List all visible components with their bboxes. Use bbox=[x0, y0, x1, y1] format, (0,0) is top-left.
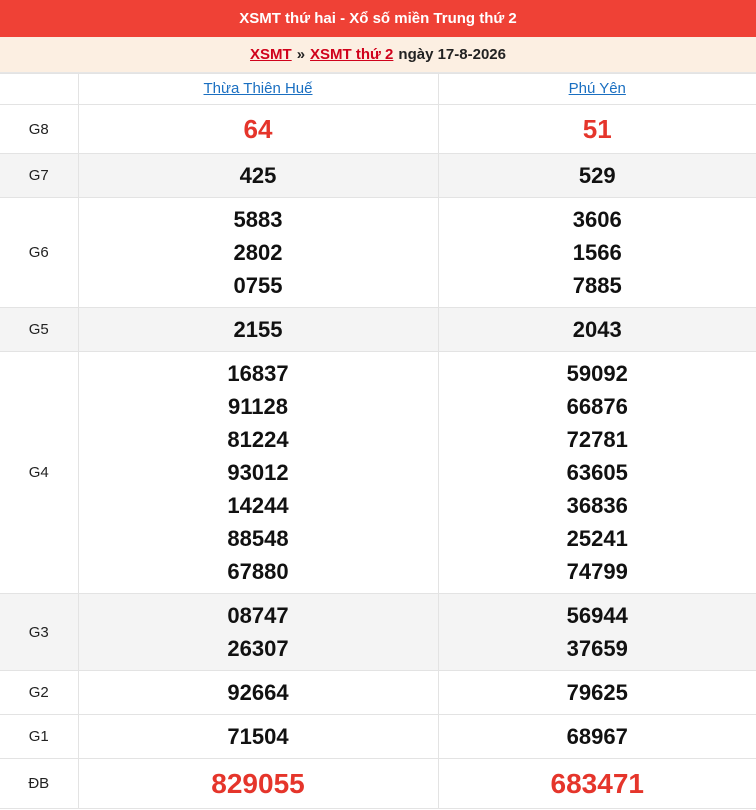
prize-row-g5: G5 2155 2043 bbox=[0, 307, 756, 352]
prize-cell: 71504 bbox=[77, 714, 439, 759]
prize-number: 64 bbox=[243, 113, 273, 144]
prize-number: 1566 bbox=[572, 240, 622, 265]
province-link-phu-yen[interactable]: Phú Yên bbox=[569, 80, 626, 97]
prize-cell: 16837 91128 81224 93012 14244 88548 6788… bbox=[77, 351, 439, 594]
prize-cell: 529 bbox=[437, 153, 756, 198]
prize-number: 26307 bbox=[227, 636, 289, 661]
prize-label: ĐB bbox=[0, 758, 79, 809]
prize-row-g2: G2 92664 79625 bbox=[0, 670, 756, 715]
prize-row-db: ĐB 829055 683471 bbox=[0, 758, 756, 809]
prize-number: 14244 bbox=[227, 493, 289, 518]
prize-cell: 64 bbox=[77, 104, 439, 154]
prize-number: 0755 bbox=[233, 273, 283, 298]
results-table: Thừa Thiên Huế Phú Yên G8 64 51 G7 425 5… bbox=[0, 73, 756, 809]
prize-label: G7 bbox=[0, 153, 79, 198]
prize-cell: 2155 bbox=[77, 307, 439, 352]
prize-row-g4: G4 16837 91128 81224 93012 14244 88548 6… bbox=[0, 351, 756, 594]
prize-number: 59092 bbox=[566, 361, 628, 386]
prize-number: 51 bbox=[582, 113, 612, 144]
prize-label: G6 bbox=[0, 197, 79, 308]
prize-number: 08747 bbox=[227, 603, 289, 628]
province-header-row: Thừa Thiên Huế Phú Yên bbox=[0, 73, 756, 105]
prize-number: 88548 bbox=[227, 526, 289, 551]
province-cell: Thừa Thiên Huế bbox=[77, 73, 439, 105]
prize-number: 56944 bbox=[566, 603, 628, 628]
prize-number: 93012 bbox=[227, 460, 289, 485]
prize-number: 25241 bbox=[566, 526, 628, 551]
prize-number: 2043 bbox=[572, 317, 622, 342]
prize-number: 74799 bbox=[566, 559, 628, 584]
prize-number: 529 bbox=[578, 163, 616, 188]
prize-cell: 92664 bbox=[77, 670, 439, 715]
prize-label: G5 bbox=[0, 307, 79, 352]
prize-number: 72781 bbox=[566, 427, 628, 452]
prize-number: 425 bbox=[239, 163, 277, 188]
prize-cell: 3606 1566 7885 bbox=[437, 197, 756, 308]
prize-number: 67880 bbox=[227, 559, 289, 584]
prize-cell: 829055 bbox=[77, 758, 439, 809]
prize-cell: 56944 37659 bbox=[437, 593, 756, 671]
prize-number: 36836 bbox=[566, 493, 628, 518]
prize-number: 68967 bbox=[566, 724, 628, 749]
prize-row-g7: G7 425 529 bbox=[0, 153, 756, 198]
prize-number: 16837 bbox=[227, 361, 289, 386]
prize-cell: 51 bbox=[437, 104, 756, 154]
prize-cell: 683471 bbox=[437, 758, 756, 809]
prize-row-g8: G8 64 51 bbox=[0, 104, 756, 154]
page-title: XSMT thứ hai - Xổ số miền Trung thứ 2 bbox=[239, 10, 517, 27]
prize-number: 66876 bbox=[566, 394, 628, 419]
special-prize-number: 683471 bbox=[550, 768, 644, 799]
prize-cell: 08747 26307 bbox=[77, 593, 439, 671]
prize-number: 5883 bbox=[233, 207, 283, 232]
prize-cell: 79625 bbox=[437, 670, 756, 715]
prize-label: G8 bbox=[0, 104, 79, 154]
prize-cell: 59092 66876 72781 63605 36836 25241 7479… bbox=[437, 351, 756, 594]
prize-number: 63605 bbox=[566, 460, 628, 485]
prize-number: 81224 bbox=[227, 427, 289, 452]
breadcrumb-date: ngày 17-8-2026 bbox=[398, 46, 506, 63]
prize-number: 91128 bbox=[228, 394, 288, 419]
breadcrumb-link-xsmt[interactable]: XSMT bbox=[250, 46, 292, 63]
prize-number: 79625 bbox=[566, 680, 628, 705]
prize-number: 2155 bbox=[233, 317, 283, 342]
breadcrumb-separator: » bbox=[296, 46, 306, 63]
prize-row-g3: G3 08747 26307 56944 37659 bbox=[0, 593, 756, 671]
prize-number: 37659 bbox=[566, 636, 628, 661]
prize-label: G2 bbox=[0, 670, 79, 715]
prize-number: 7885 bbox=[572, 273, 622, 298]
prize-row-g6: G6 5883 2802 0755 3606 1566 7885 bbox=[0, 197, 756, 308]
prize-number: 71504 bbox=[227, 724, 289, 749]
breadcrumb: XSMT » XSMT thứ 2 ngày 17-8-2026 bbox=[0, 37, 756, 73]
prize-row-g1: G1 71504 68967 bbox=[0, 714, 756, 759]
prize-number: 3606 bbox=[572, 207, 622, 232]
prize-label: G4 bbox=[0, 351, 79, 594]
province-cell: Phú Yên bbox=[437, 73, 756, 105]
prize-cell: 68967 bbox=[437, 714, 756, 759]
prize-cell: 2043 bbox=[437, 307, 756, 352]
corner-cell bbox=[0, 73, 79, 105]
prize-label: G1 bbox=[0, 714, 79, 759]
special-prize-number: 829055 bbox=[211, 768, 305, 799]
prize-number: 92664 bbox=[227, 680, 289, 705]
prize-number: 2802 bbox=[233, 240, 283, 265]
breadcrumb-link-xsmt-thu-2[interactable]: XSMT thứ 2 bbox=[310, 46, 393, 63]
province-link-thua-thien-hue[interactable]: Thừa Thiên Huế bbox=[204, 80, 313, 97]
prize-label: G3 bbox=[0, 593, 79, 671]
prize-cell: 5883 2802 0755 bbox=[77, 197, 439, 308]
prize-cell: 425 bbox=[77, 153, 439, 198]
page-header: XSMT thứ hai - Xổ số miền Trung thứ 2 bbox=[0, 0, 756, 37]
